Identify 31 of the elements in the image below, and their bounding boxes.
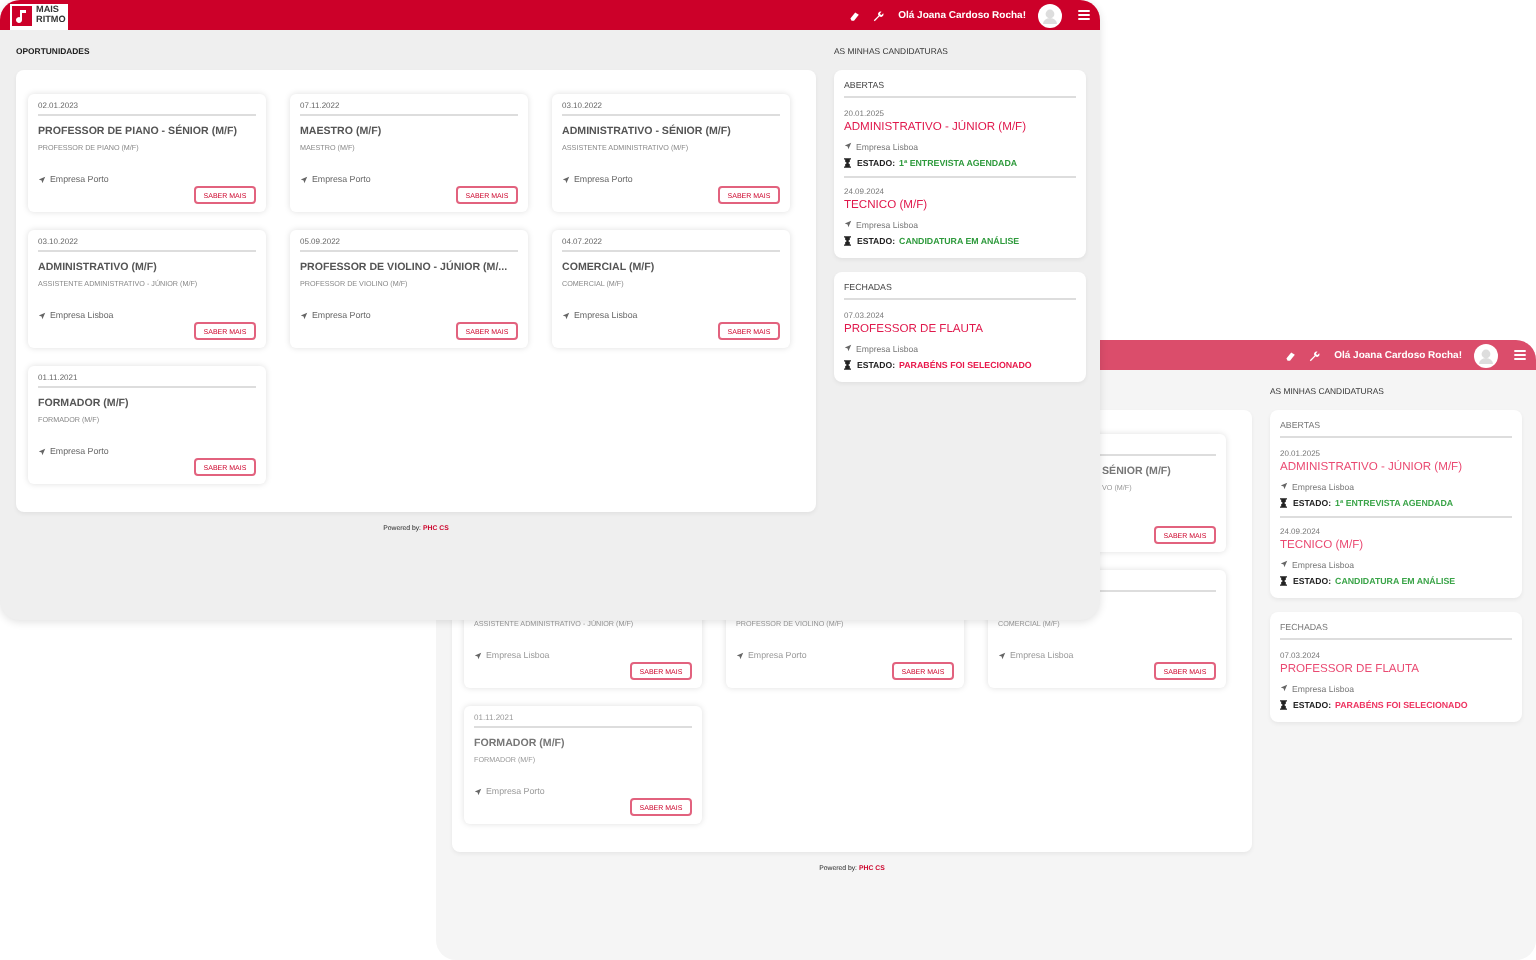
navigation-arrow-icon [562,175,570,183]
navigation-arrow-icon [474,651,482,659]
navigation-arrow-icon [38,311,46,319]
menu-icon[interactable] [1078,10,1090,20]
navigation-arrow-icon [300,311,308,319]
navigation-arrow-icon [1280,482,1288,490]
menu-icon[interactable] [1514,350,1526,360]
avatar[interactable] [1474,343,1498,367]
eraser-icon[interactable] [848,9,861,21]
navigation-arrow-icon [998,651,1006,659]
hourglass-icon [1280,575,1287,585]
hourglass-icon [844,359,851,369]
wrench-icon[interactable] [1308,349,1321,361]
navigation-arrow-icon [562,311,570,319]
hourglass-icon [1280,497,1287,507]
navigation-arrow-icon [38,175,46,183]
navigation-arrow-icon [474,787,482,795]
navigation-arrow-icon [736,651,744,659]
hourglass-icon [844,157,851,167]
wrench-icon[interactable] [872,9,885,21]
navigation-arrow-icon [844,344,852,352]
eraser-icon[interactable] [1284,349,1297,361]
avatar[interactable] [1038,3,1062,27]
navigation-arrow-icon [1280,560,1288,568]
navigation-arrow-icon [844,220,852,228]
hourglass-icon [1280,699,1287,709]
navigation-arrow-icon [300,175,308,183]
hourglass-icon [844,235,851,245]
navigation-arrow-icon [1280,684,1288,692]
navigation-arrow-icon [38,447,46,455]
navigation-arrow-icon [844,142,852,150]
